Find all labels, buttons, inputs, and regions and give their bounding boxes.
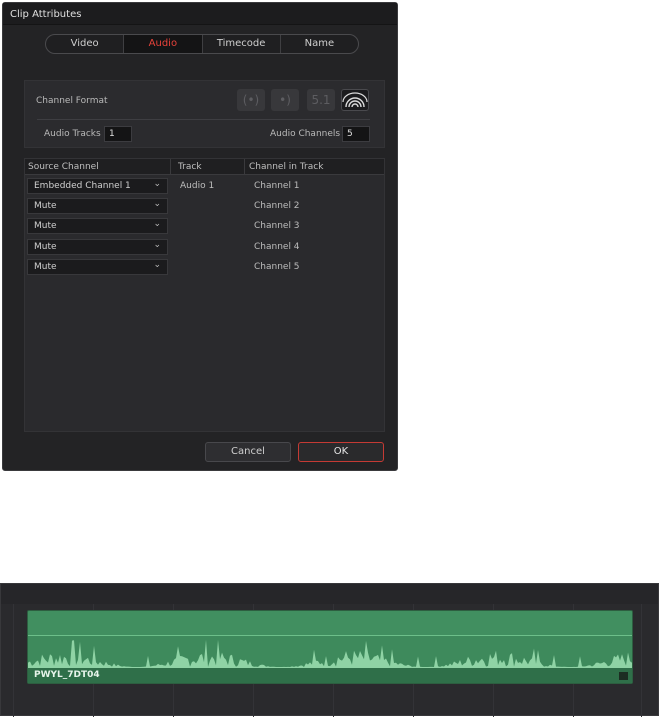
- tab-video[interactable]: Video: [46, 35, 125, 53]
- channel-in-track-cell: Channel 4: [254, 242, 300, 252]
- chevron-down-icon: ⌄: [153, 260, 161, 270]
- grid-header: Source Channel Track Channel in Track: [25, 159, 384, 175]
- clip-attributes-dialog: Clip Attributes Video Audio Timecode Nam…: [2, 2, 398, 471]
- dialog-title: Clip Attributes: [3, 3, 397, 25]
- channel-mapping-grid: Source Channel Track Channel in Track Em…: [24, 158, 385, 432]
- audio-channels-input[interactable]: 5: [342, 126, 370, 142]
- clip-name: PWYL_7DT04: [34, 670, 100, 680]
- chevron-down-icon: ⌄: [153, 219, 161, 229]
- tab-bar: Video Audio Timecode Name: [45, 34, 359, 54]
- format-divider: [37, 119, 370, 120]
- header-track: Track: [178, 162, 202, 172]
- tab-timecode[interactable]: Timecode: [203, 35, 281, 53]
- source-channel-select-2[interactable]: Mute ⌄: [27, 198, 168, 214]
- audio-tracks-label: Audio Tracks: [44, 129, 101, 139]
- select-value: Mute: [34, 262, 57, 272]
- source-channel-select-1[interactable]: Embedded Channel 1 ⌄: [27, 178, 168, 194]
- channel-in-track-cell: Channel 2: [254, 201, 300, 211]
- adaptive-icon[interactable]: [341, 89, 369, 111]
- surround-icon[interactable]: 5.1: [307, 89, 335, 111]
- ok-button[interactable]: OK: [298, 442, 384, 462]
- channel-in-track-cell: Channel 5: [254, 262, 300, 272]
- chevron-down-icon: ⌄: [153, 199, 161, 209]
- grid-line: [13, 604, 14, 717]
- audio-tracks-input[interactable]: 1: [104, 126, 132, 142]
- chevron-down-icon: ⌄: [153, 179, 161, 189]
- stereo-icon[interactable]: (•): [237, 89, 265, 111]
- clip-upper-area: [28, 611, 632, 635]
- tab-name[interactable]: Name: [281, 35, 358, 53]
- select-value: Mute: [34, 242, 57, 252]
- clip-menu-icon[interactable]: [619, 672, 628, 680]
- cancel-button[interactable]: Cancel: [205, 442, 291, 462]
- track-cell: Audio 1: [180, 181, 215, 191]
- audio-waveform: [28, 639, 632, 671]
- grid-line: [641, 604, 642, 717]
- channel-in-track-cell: Channel 3: [254, 221, 300, 231]
- channel-format-label: Channel Format: [36, 96, 108, 106]
- header-separator: [170, 159, 171, 175]
- channel-in-track-cell: Channel 1: [254, 181, 300, 191]
- mono-icon[interactable]: •): [271, 89, 299, 111]
- channel-format-panel: Channel Format (•) •) 5.1 Audio Tracks 1…: [24, 80, 385, 148]
- timeline-panel: PWYL_7DT04: [0, 583, 659, 717]
- adaptive-waves-icon: [342, 92, 368, 108]
- select-value: Embedded Channel 1: [34, 181, 131, 191]
- audio-clip[interactable]: PWYL_7DT04: [27, 610, 633, 684]
- source-channel-select-3[interactable]: Mute ⌄: [27, 218, 168, 234]
- header-source-channel: Source Channel: [28, 162, 99, 172]
- chevron-down-icon: ⌄: [153, 240, 161, 250]
- audio-channels-label: Audio Channels: [270, 129, 341, 139]
- tab-audio[interactable]: Audio: [124, 35, 203, 53]
- select-value: Mute: [34, 221, 57, 231]
- header-separator: [244, 159, 245, 175]
- clip-name-bar: PWYL_7DT04: [28, 668, 632, 683]
- timeline-ruler[interactable]: [1, 584, 658, 604]
- select-value: Mute: [34, 201, 57, 211]
- source-channel-select-4[interactable]: Mute ⌄: [27, 239, 168, 255]
- header-channel-in-track: Channel in Track: [249, 162, 324, 172]
- source-channel-select-5[interactable]: Mute ⌄: [27, 259, 168, 275]
